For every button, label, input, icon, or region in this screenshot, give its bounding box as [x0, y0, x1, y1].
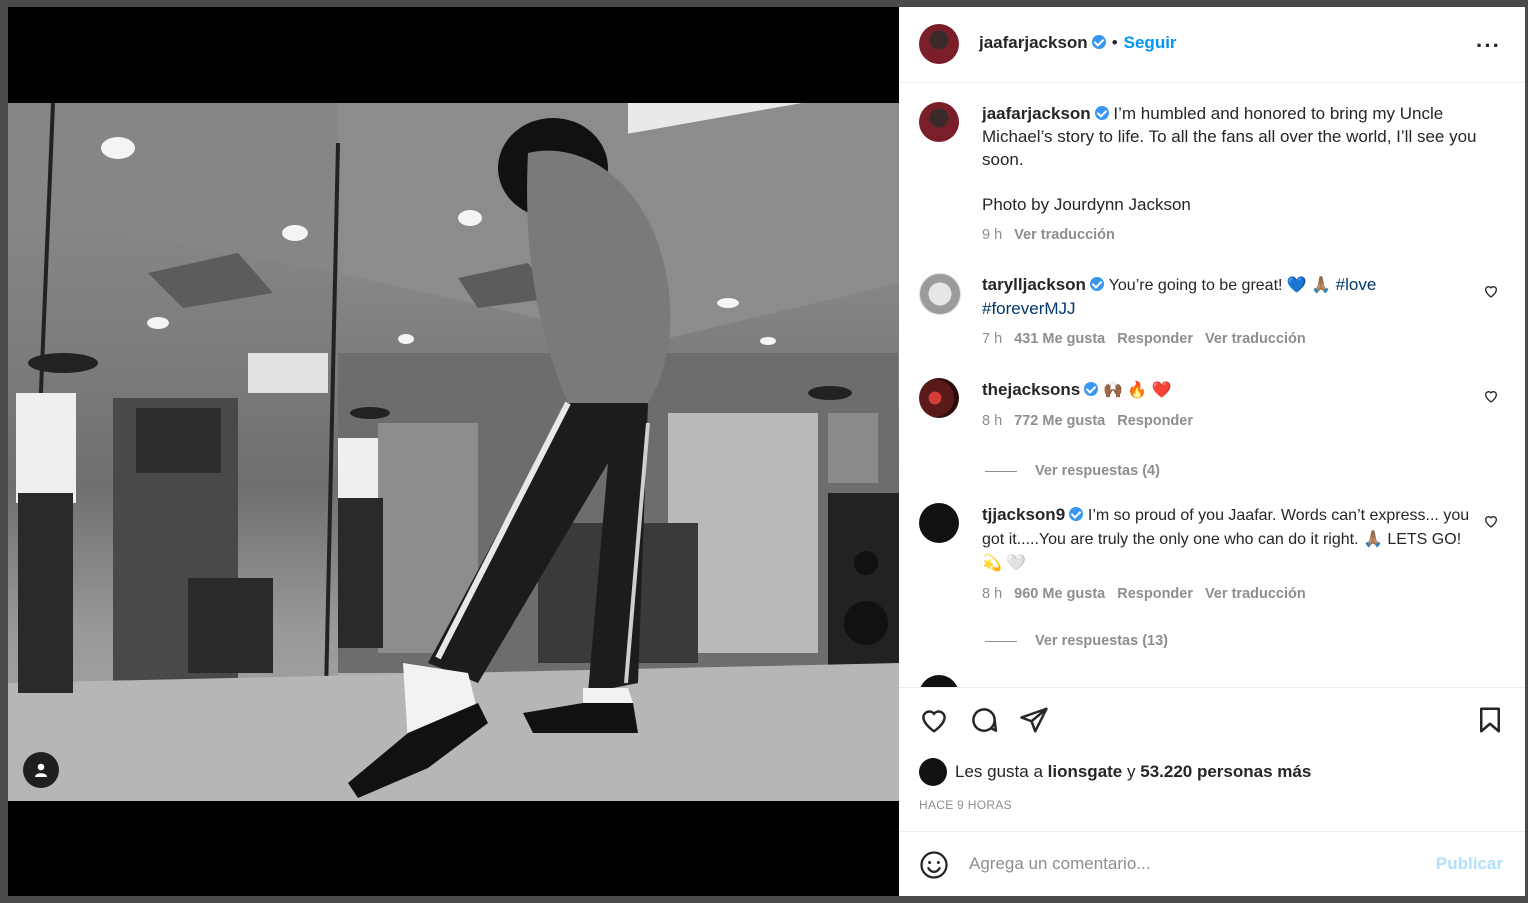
comment-composer: Agrega un comentario... Publicar	[899, 831, 1525, 897]
comment-body: tjjackson9 I’m so proud of you Jaafar. W…	[982, 503, 1477, 606]
likes-summary: Les gusta a lionsgate y 53.220 personas …	[919, 758, 1311, 786]
author-username[interactable]: jaafarjackson	[979, 33, 1088, 52]
comment-meta: 8 h 772 Me gusta Responder	[982, 410, 1477, 433]
comment-time[interactable]: 8 h	[982, 413, 1002, 429]
separator-dot: •	[1111, 33, 1118, 52]
reply-button[interactable]: Responder	[1117, 331, 1193, 347]
commenter-avatar[interactable]	[919, 273, 961, 315]
publish-button[interactable]: Publicar	[1436, 854, 1503, 874]
author-avatar[interactable]	[919, 24, 959, 64]
comment-time[interactable]: 8 h	[982, 586, 1002, 602]
user-icon	[35, 763, 47, 777]
more-options-icon[interactable]: ···	[1476, 33, 1501, 59]
comment-username[interactable]: tarylljackson	[982, 275, 1086, 294]
save-bookmark-icon[interactable]	[1475, 705, 1505, 735]
view-replies-button[interactable]: Ver respuestas (13)	[985, 633, 1168, 649]
caption-time[interactable]: 9 h	[982, 227, 1002, 243]
like-comment-heart-icon[interactable]	[1483, 283, 1499, 299]
comments-list[interactable]: jaafarjackson I’m humbled and honored to…	[899, 83, 1525, 687]
comment-meta: 7 h 431 Me gusta Responder Ver traducción	[982, 328, 1477, 351]
comment-likes[interactable]: 960 Me gusta	[1014, 586, 1105, 602]
hashtag-link[interactable]: #love	[1336, 275, 1377, 294]
translate-button[interactable]: Ver traducción	[1205, 586, 1306, 602]
author-line: jaafarjackson • Seguir	[979, 33, 1177, 53]
comment-time[interactable]: 7 h	[982, 331, 1002, 347]
post-panel: jaafarjackson • Seguir ··· jaafarjackson I…	[899, 7, 1525, 896]
comment-meta: 8 h 960 Me gusta Responder Ver traducción	[982, 583, 1477, 606]
commenter-avatar[interactable]	[919, 503, 959, 543]
verified-icon	[1091, 35, 1106, 49]
comment-username[interactable]: thejacksons	[982, 380, 1080, 399]
commenter-avatar[interactable]	[919, 675, 959, 687]
reply-button[interactable]: Responder	[1117, 413, 1193, 429]
caption-translate-button[interactable]: Ver traducción	[1014, 227, 1115, 243]
post-actions: Les gusta a lionsgate y 53.220 personas …	[899, 687, 1525, 832]
comment-body: tarylljackson You’re going to be great! …	[982, 273, 1477, 351]
photo-illustration	[8, 103, 899, 801]
post-header: jaafarjackson • Seguir ···	[899, 7, 1525, 83]
hashtag-link[interactable]: #foreverMJJ	[982, 299, 1076, 318]
reply-button[interactable]: Responder	[1117, 586, 1193, 602]
likes-count[interactable]: 53.220 personas más	[1140, 762, 1311, 782]
translate-button[interactable]: Ver traducción	[1205, 331, 1306, 347]
author-avatar[interactable]	[919, 102, 959, 142]
post-modal: jaafarjackson • Seguir ··· jaafarjackson I…	[8, 7, 1525, 896]
view-replies-button[interactable]: Ver respuestas (4)	[985, 463, 1160, 479]
verified-icon	[1084, 382, 1099, 396]
caption-username[interactable]: jaafarjackson	[982, 104, 1091, 123]
post-media	[8, 7, 899, 896]
liker-avatar[interactable]	[919, 758, 947, 786]
commenter-avatar[interactable]	[919, 378, 959, 418]
caption-meta: 9 h Ver traducción	[982, 224, 1477, 247]
likes-prefix: Les gusta a	[955, 762, 1043, 781]
verified-icon	[1089, 277, 1104, 291]
share-paper-plane-icon[interactable]	[1019, 705, 1049, 735]
comment-text: You’re going to be great! 💙 🙏🏽	[1108, 277, 1336, 294]
like-comment-heart-icon[interactable]	[1483, 513, 1499, 529]
comment-text: 🙌🏾 🔥 ❤️	[1103, 382, 1172, 399]
verified-icon	[1094, 106, 1109, 120]
comment-bubble-icon[interactable]	[969, 705, 999, 735]
comment-likes[interactable]: 772 Me gusta	[1014, 413, 1105, 429]
like-heart-icon[interactable]	[919, 705, 949, 735]
caption-credit: Photo by Jourdynn Jackson	[982, 195, 1191, 214]
post-photo[interactable]	[8, 103, 899, 801]
verified-icon	[1069, 507, 1084, 521]
post-timestamp[interactable]: HACE 9 HORAS	[919, 798, 1012, 812]
comment-username[interactable]: tjjackson9	[982, 505, 1065, 524]
tagged-users-button[interactable]	[23, 752, 59, 788]
like-comment-heart-icon[interactable]	[1483, 388, 1499, 404]
likes-connector: y	[1127, 762, 1136, 781]
emoji-icon[interactable]	[919, 850, 949, 880]
comment-body: thejacksons 🙌🏾 🔥 ❤️ 8 h 772 Me gusta Respo…	[982, 378, 1477, 433]
follow-button[interactable]: Seguir	[1124, 33, 1177, 52]
comment-input[interactable]: Agrega un comentario...	[969, 854, 1150, 874]
comment-likes[interactable]: 431 Me gusta	[1014, 331, 1105, 347]
liker-username[interactable]: lionsgate	[1048, 762, 1123, 782]
caption-body: jaafarjackson I’m humbled and honored to…	[982, 102, 1477, 247]
